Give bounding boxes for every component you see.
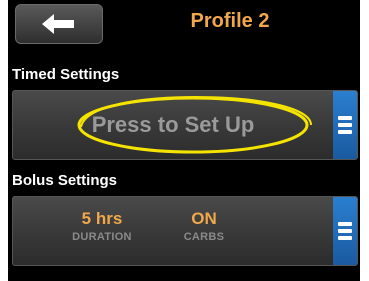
back-button[interactable] (15, 4, 103, 44)
timed-settings-body[interactable]: Press to Set Up (13, 91, 333, 159)
bolus-settings-label: Bolus Settings (12, 172, 118, 189)
timed-settings-row[interactable]: Press to Set Up (12, 90, 358, 160)
duration-value: 5 hrs (81, 209, 123, 228)
bolus-settings-menu-button[interactable] (333, 197, 357, 265)
carbs-value: ON (191, 209, 217, 228)
bolus-settings-row[interactable]: 5 hrs DURATION ON CARBS (12, 196, 358, 266)
page-title: Profile 2 (190, 10, 270, 32)
carbs-label: CARBS (183, 231, 225, 243)
carbs-stat: ON CARBS (149, 209, 259, 245)
highlight-ellipse (77, 95, 312, 154)
duration-stat: 5 hrs DURATION (47, 209, 157, 245)
menu-icon (338, 220, 352, 242)
duration-label: DURATION (72, 231, 132, 243)
timed-settings-label: Timed Settings (12, 66, 120, 83)
menu-icon (338, 114, 352, 136)
pump-screen: Profile 2 Timed Settings Press to Set Up… (8, 0, 360, 281)
timed-settings-menu-button[interactable] (333, 91, 357, 159)
bolus-settings-body[interactable]: 5 hrs DURATION ON CARBS (13, 197, 333, 265)
arrow-left-icon (42, 14, 76, 34)
